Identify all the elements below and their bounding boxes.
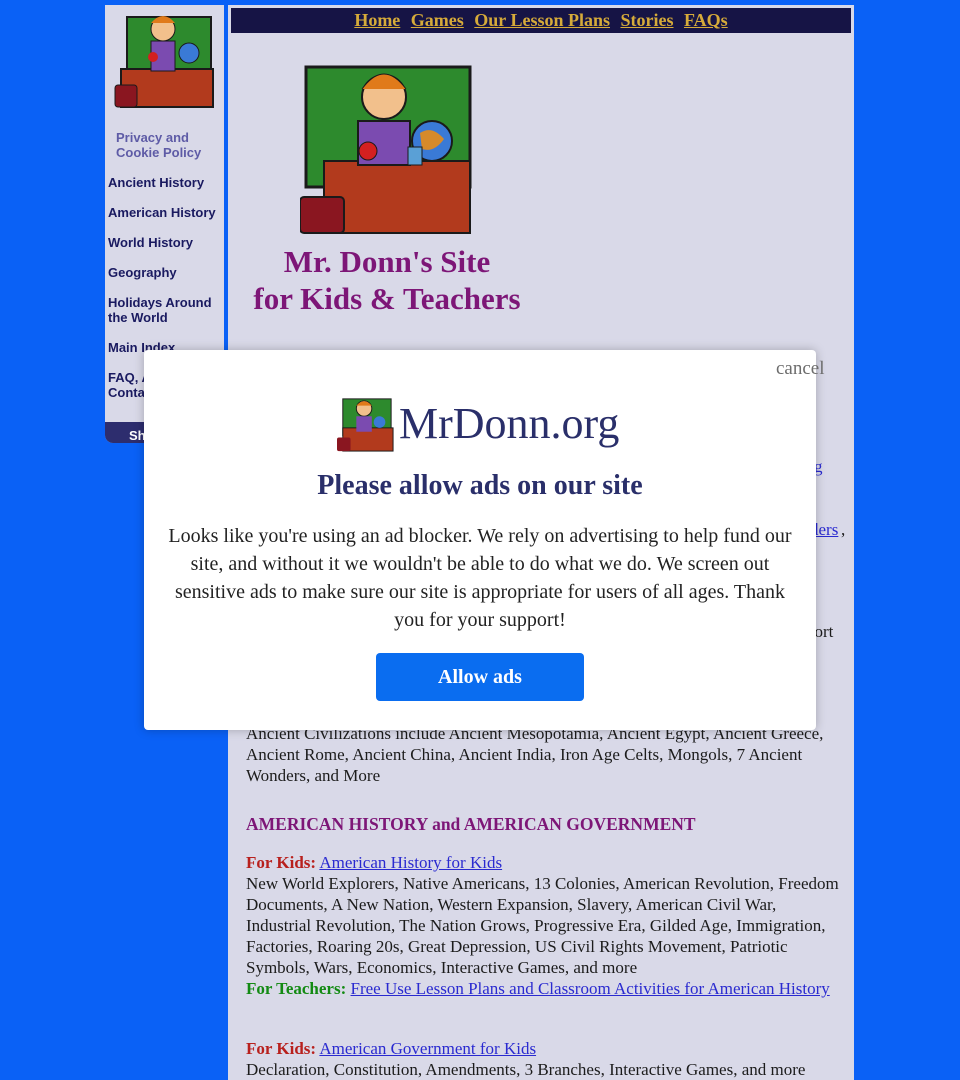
- sidebar-item-world-history[interactable]: World History: [108, 235, 224, 250]
- nav-lesson-plans[interactable]: Our Lesson Plans: [474, 10, 610, 30]
- brand-name: MrDonn.org: [399, 399, 620, 448]
- sidebar-item-contact-label: Conta: [108, 385, 145, 400]
- sidebar-item-american-history[interactable]: American History: [108, 205, 224, 220]
- nav-games[interactable]: Games: [411, 10, 464, 30]
- nav-home[interactable]: Home: [354, 10, 400, 30]
- american-history-kids-block: For Kids: American History for Kids New …: [246, 852, 842, 999]
- nav-faqs[interactable]: FAQs: [684, 10, 728, 30]
- brand-logo: MrDonn.org: [337, 394, 627, 454]
- privacy-link[interactable]: Privacy and Cookie Policy: [116, 130, 220, 160]
- american-history-heading: AMERICAN HISTORY and AMERICAN GOVERNMENT: [246, 814, 696, 834]
- for-kids-label: For Kids:: [246, 1039, 317, 1058]
- site-title-line2: for Kids & Teachers: [253, 281, 521, 316]
- top-navigation: Home Games Our Lesson Plans Stories FAQs: [231, 8, 851, 33]
- sidebar-item-holidays[interactable]: Holidays Around the World: [108, 295, 224, 325]
- teacher-logo-icon: [337, 398, 394, 452]
- ancient-civilizations-description: Ancient Civilizations include Ancient Me…: [246, 724, 824, 785]
- teacher-desk-illustration-icon: [300, 65, 472, 234]
- partial-text-fragment: ,: [841, 520, 846, 539]
- american-government-link[interactable]: American Government for Kids: [319, 1039, 536, 1058]
- site-title-line1: Mr. Donn's Site: [283, 244, 491, 279]
- for-kids-label: For Kids:: [246, 853, 317, 872]
- sidebar-item-ancient-history[interactable]: Ancient History: [108, 175, 224, 190]
- american-government-kids-block: For Kids: American Government for Kids D…: [246, 1038, 842, 1080]
- allow-ads-button[interactable]: Allow ads: [376, 653, 584, 701]
- american-government-description: Declaration, Constitution, Amendments, 3…: [246, 1060, 806, 1079]
- sidebar-item-geography[interactable]: Geography: [108, 265, 224, 280]
- american-history-description: New World Explorers, Native Americans, 1…: [246, 874, 839, 977]
- site-title: Mr. Donn's Site for Kids & Teachers: [228, 243, 546, 317]
- american-history-lesson-plans-link[interactable]: Free Use Lesson Plans and Classroom Acti…: [351, 979, 830, 998]
- modal-message: Looks like you're using an ad blocker. W…: [168, 525, 792, 631]
- teacher-logo-icon[interactable]: [113, 7, 217, 111]
- american-history-link[interactable]: American History for Kids: [319, 853, 502, 872]
- cancel-button[interactable]: cancel: [776, 358, 825, 380]
- adblock-modal: cancel MrDonn.org Please allow ads on ou…: [144, 350, 825, 730]
- modal-title: Please allow ads on our site: [317, 470, 643, 501]
- nav-stories[interactable]: Stories: [621, 10, 674, 30]
- for-teachers-label: For Teachers:: [246, 979, 347, 998]
